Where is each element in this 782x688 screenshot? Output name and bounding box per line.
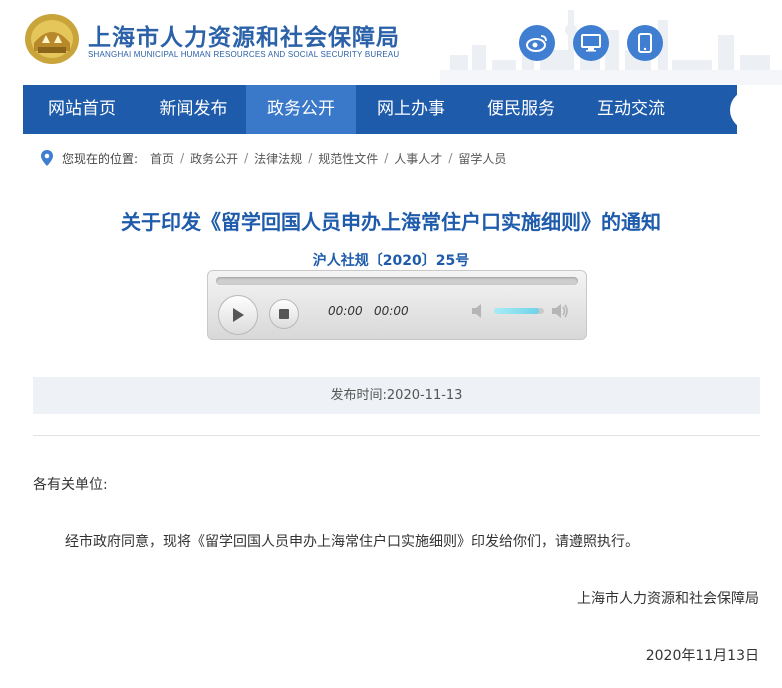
breadcrumb-separator: / (448, 151, 453, 165)
salutation: 各有关单位: (33, 477, 108, 493)
breadcrumb-separator: / (384, 151, 389, 165)
desktop-icon[interactable] (573, 25, 609, 61)
breadcrumb-separator: / (308, 151, 313, 165)
publish-date: 2020-11-13 (386, 388, 463, 403)
location-pin-icon (41, 150, 53, 166)
volume-max-icon[interactable] (550, 302, 570, 320)
sign-date: 2020年11月13日 (645, 648, 759, 664)
duration-time: 00:00 (374, 304, 409, 318)
nav-search-button[interactable] (730, 90, 770, 130)
skyline-decoration (440, 10, 782, 85)
nav-item-convenience[interactable]: 便民服务 (466, 85, 576, 134)
site-title-cn: 上海市人力资源和社会保障局 (88, 25, 400, 51)
breadcrumb-separator: / (244, 151, 249, 165)
site-title-en: SHANGHAI MUNICIPAL HUMAN RESOURCES AND S… (88, 50, 400, 59)
site-header: 上海市人力资源和社会保障局 SHANGHAI MUNICIPAL HUMAN R… (0, 0, 782, 85)
breadcrumb: 您现在的位置: 首页 / 政务公开 / 法律法规 / 规范性文件 / 人事人才 … (40, 149, 506, 167)
divider (33, 435, 760, 436)
publish-label: 发布时间: (330, 388, 387, 403)
audio-progress-bar[interactable] (216, 277, 578, 285)
breadcrumb-overseas-students[interactable]: 留学人员 (458, 150, 506, 167)
nav-item-interaction[interactable]: 互动交流 (576, 85, 686, 134)
main-nav: 网站首页 新闻发布 政务公开 网上办事 便民服务 互动交流 (23, 85, 737, 134)
nav-item-home[interactable]: 网站首页 (23, 85, 141, 134)
nav-item-gov-affairs[interactable]: 政务公开 (246, 85, 356, 134)
stop-icon (279, 309, 289, 319)
volume-level (494, 308, 539, 314)
article-title: 关于印发《留学回国人员申办上海常住户口实施细则》的通知 (121, 210, 661, 234)
document-number: 沪人社规〔2020〕25号 (312, 253, 470, 269)
mobile-icon[interactable] (627, 25, 663, 61)
breadcrumb-gov-affairs[interactable]: 政务公开 (190, 150, 238, 167)
audio-player: 00:00 00:00 (207, 270, 587, 340)
volume-mute-icon[interactable] (470, 302, 490, 320)
play-button[interactable] (218, 295, 258, 335)
play-icon (233, 308, 244, 322)
breadcrumb-laws[interactable]: 法律法规 (254, 150, 302, 167)
nav-item-news[interactable]: 新闻发布 (141, 85, 246, 134)
current-time: 00:00 (328, 304, 363, 318)
breadcrumb-prefix: 您现在的位置: (62, 151, 139, 166)
breadcrumb-home[interactable]: 首页 (150, 150, 174, 167)
publish-info-bar: 发布时间:2020-11-13 (33, 377, 760, 414)
bureau-emblem-logo (25, 14, 79, 64)
stop-button[interactable] (269, 299, 299, 329)
weibo-icon[interactable] (519, 25, 555, 61)
breadcrumb-normative-docs[interactable]: 规范性文件 (318, 150, 378, 167)
nav-item-online-service[interactable]: 网上办事 (356, 85, 466, 134)
article-paragraph: 经市政府同意，现将《留学回国人员申办上海常住户口实施细则》印发给你们，请遵照执行… (65, 534, 639, 550)
signature: 上海市人力资源和社会保障局 (577, 591, 759, 607)
breadcrumb-separator: / (180, 151, 185, 165)
volume-slider[interactable] (494, 308, 544, 314)
breadcrumb-personnel[interactable]: 人事人才 (394, 150, 442, 167)
